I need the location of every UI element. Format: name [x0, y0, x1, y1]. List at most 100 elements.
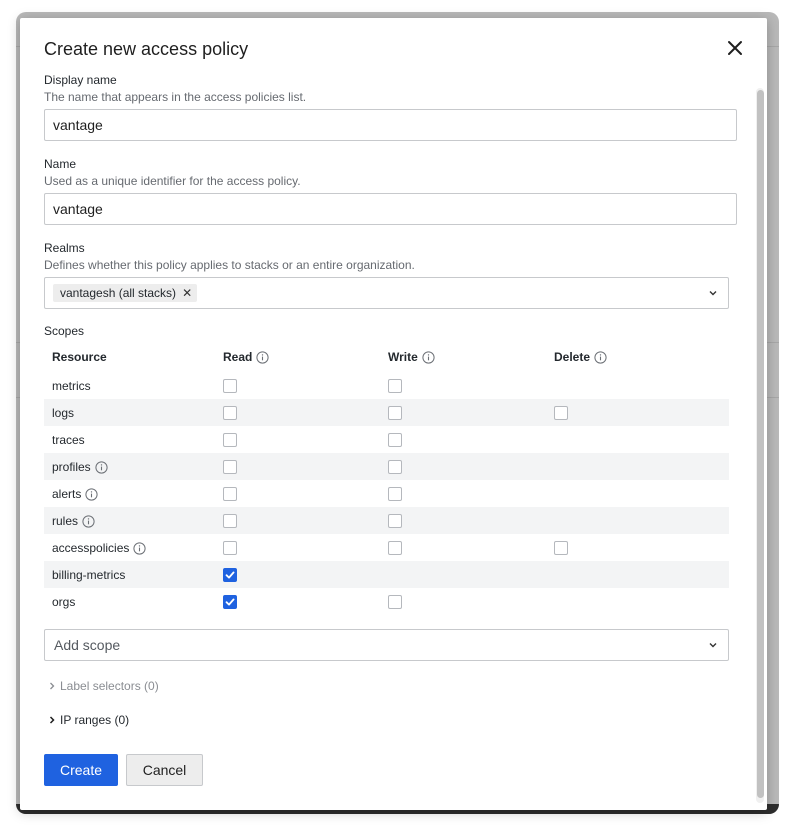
table-row: rules	[44, 507, 729, 534]
scope-resource-label: orgs	[52, 594, 76, 609]
scope-cell-read	[215, 453, 380, 480]
label-selectors-toggle[interactable]: Label selectors (0)	[48, 679, 159, 693]
chevron-right-icon	[50, 682, 55, 690]
metrics-read-checkbox[interactable]	[223, 378, 237, 393]
name-input[interactable]	[44, 193, 737, 225]
modal-scrollbar[interactable]	[756, 88, 764, 803]
realm-chip-label: vantagesh (all stacks)	[60, 286, 177, 300]
create-access-policy-modal: Create new access policy Display name Th…	[20, 18, 767, 810]
name-label: Name	[44, 157, 77, 171]
chevron-down-icon[interactable]	[708, 288, 718, 298]
scope-cell-read	[215, 534, 380, 561]
scope-cell-empty	[546, 588, 729, 615]
scope-resource-label: metrics	[52, 378, 91, 393]
info-icon[interactable]	[256, 351, 269, 364]
table-row: orgs	[44, 588, 729, 615]
metrics-write-checkbox[interactable]	[388, 378, 402, 393]
traces-read-checkbox[interactable]	[223, 432, 237, 447]
info-icon[interactable]	[594, 351, 607, 364]
chevron-down-icon[interactable]	[708, 640, 718, 650]
column-header-label: Delete	[554, 350, 591, 364]
scope-resource-label: accesspolicies	[52, 540, 130, 555]
logs-read-checkbox[interactable]	[223, 405, 237, 420]
scope-cell-read	[215, 588, 380, 615]
alerts-read-checkbox[interactable]	[223, 486, 237, 501]
info-icon[interactable]	[82, 514, 95, 528]
display-name-input[interactable]	[44, 109, 737, 141]
display-name-label: Display name	[44, 73, 117, 87]
scope-resource-cell: rules	[44, 507, 215, 534]
scope-resource-cell: alerts	[44, 480, 215, 507]
scope-cell-empty	[546, 426, 729, 453]
billing-metrics-read-checkbox[interactable]	[223, 567, 237, 582]
scope-cell-read	[215, 372, 380, 399]
scope-cell-empty	[546, 507, 729, 534]
remove-realm-icon[interactable]: ✕	[182, 284, 192, 302]
scope-cell-write	[380, 372, 546, 399]
info-icon[interactable]	[95, 460, 108, 474]
scope-cell-empty	[380, 561, 546, 588]
scopes-table-body: metrics logs traces profiles alerts rules acce…	[44, 372, 729, 615]
check-icon	[225, 598, 235, 606]
scope-cell-write	[380, 426, 546, 453]
accesspolicies-delete-checkbox[interactable]	[554, 540, 568, 555]
scope-cell-read	[215, 399, 380, 426]
column-header-label: Read	[223, 350, 253, 364]
scope-cell-write	[380, 588, 546, 615]
scope-cell-write	[380, 507, 546, 534]
ip-ranges-label: IP ranges (0)	[60, 713, 130, 727]
column-header-read: Read	[215, 342, 380, 372]
cancel-button[interactable]: Cancel	[126, 754, 203, 786]
info-icon[interactable]	[85, 487, 98, 501]
scope-resource-label: traces	[52, 432, 85, 447]
logs-delete-checkbox[interactable]	[554, 405, 568, 420]
accesspolicies-read-checkbox[interactable]	[223, 540, 237, 555]
create-button[interactable]: Create	[44, 754, 118, 786]
close-button[interactable]	[723, 36, 747, 60]
scopes-header-row: Resource Read Write Delete	[44, 342, 729, 372]
modal-title: Create new access policy	[44, 39, 249, 59]
scope-cell-read	[215, 426, 380, 453]
scope-resource-label: profiles	[52, 459, 91, 474]
table-row: profiles	[44, 453, 729, 480]
rules-read-checkbox[interactable]	[223, 513, 237, 528]
scope-resource-cell: metrics	[44, 372, 215, 399]
scope-cell-delete	[546, 534, 729, 561]
add-scope-placeholder: Add scope	[54, 637, 121, 653]
table-row: logs	[44, 399, 729, 426]
realm-chip: vantagesh (all stacks) ✕	[53, 284, 198, 302]
scope-resource-cell: traces	[44, 426, 215, 453]
table-row: metrics	[44, 372, 729, 399]
table-row: alerts	[44, 480, 729, 507]
scrollbar-thumb[interactable]	[757, 90, 764, 798]
scope-resource-cell: accesspolicies	[44, 534, 215, 561]
column-header-delete: Delete	[546, 342, 729, 372]
column-header-resource: Resource	[44, 342, 215, 372]
info-icon[interactable]	[422, 351, 435, 364]
scope-cell-read	[215, 561, 380, 588]
add-scope-select[interactable]: Add scope	[44, 629, 729, 661]
orgs-write-checkbox[interactable]	[388, 594, 402, 609]
accesspolicies-write-checkbox[interactable]	[388, 540, 402, 555]
info-icon[interactable]	[133, 541, 146, 555]
orgs-read-checkbox[interactable]	[223, 594, 237, 609]
realms-select[interactable]: vantagesh (all stacks) ✕	[44, 277, 729, 309]
scope-cell-empty	[546, 480, 729, 507]
display-name-description: The name that appears in the access poli…	[44, 90, 307, 104]
scopes-title: Scopes	[44, 324, 85, 338]
column-header-write: Write	[380, 342, 546, 372]
scope-cell-write	[380, 480, 546, 507]
profiles-read-checkbox[interactable]	[223, 459, 237, 474]
scope-cell-read	[215, 480, 380, 507]
realms-label: Realms	[44, 241, 85, 255]
logs-write-checkbox[interactable]	[388, 405, 402, 420]
ip-ranges-toggle[interactable]: IP ranges (0)	[48, 713, 129, 727]
rules-write-checkbox[interactable]	[388, 513, 402, 528]
profiles-write-checkbox[interactable]	[388, 459, 402, 474]
scope-cell-delete	[546, 399, 729, 426]
scopes-table: Resource Read Write Delete metrics logs tr…	[44, 342, 729, 615]
traces-write-checkbox[interactable]	[388, 432, 402, 447]
table-row: billing-metrics	[44, 561, 729, 588]
scope-resource-cell: profiles	[44, 453, 215, 480]
alerts-write-checkbox[interactable]	[388, 486, 402, 501]
